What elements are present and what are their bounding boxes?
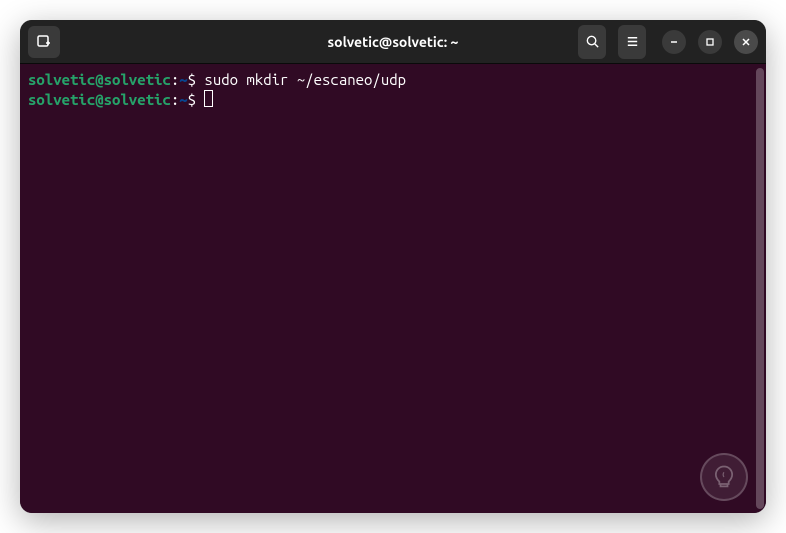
prompt-path: ~	[179, 71, 187, 88]
new-tab-icon	[36, 34, 52, 50]
window-title: solvetic@solvetic: ~	[208, 34, 578, 50]
prompt-user-host: solvetic@solvetic	[28, 91, 171, 108]
terminal-body[interactable]: solvetic@solvetic:~$ sudo mkdir ~/escane…	[20, 64, 766, 513]
close-button[interactable]	[734, 30, 758, 54]
terminal-line: solvetic@solvetic:~$ sudo mkdir ~/escane…	[28, 70, 758, 90]
command-text: sudo mkdir ~/escaneo/udp	[196, 71, 406, 88]
watermark-logo	[700, 453, 748, 501]
lightbulb-icon	[710, 463, 738, 491]
close-icon	[741, 37, 751, 47]
titlebar: solvetic@solvetic: ~	[20, 20, 766, 64]
maximize-icon	[705, 37, 715, 47]
titlebar-left	[28, 26, 208, 58]
search-button[interactable]	[578, 25, 606, 59]
minimize-button[interactable]	[662, 30, 686, 54]
prompt-symbol: $	[188, 71, 196, 88]
titlebar-right	[578, 25, 758, 59]
scrollbar[interactable]	[756, 68, 764, 509]
menu-button[interactable]	[618, 25, 646, 59]
prompt-separator: :	[171, 91, 179, 108]
hamburger-icon	[625, 34, 640, 49]
prompt-user-host: solvetic@solvetic	[28, 71, 171, 88]
minimize-icon	[669, 37, 679, 47]
terminal-window: solvetic@solvetic: ~	[20, 20, 766, 513]
cursor	[204, 90, 213, 107]
terminal-line: solvetic@solvetic:~$	[28, 90, 758, 110]
search-icon	[585, 34, 600, 49]
prompt-separator: :	[171, 71, 179, 88]
command-text	[196, 91, 204, 108]
window-controls	[662, 30, 758, 54]
prompt-path: ~	[179, 91, 187, 108]
maximize-button[interactable]	[698, 30, 722, 54]
new-tab-button[interactable]	[28, 26, 60, 58]
prompt-symbol: $	[188, 91, 196, 108]
